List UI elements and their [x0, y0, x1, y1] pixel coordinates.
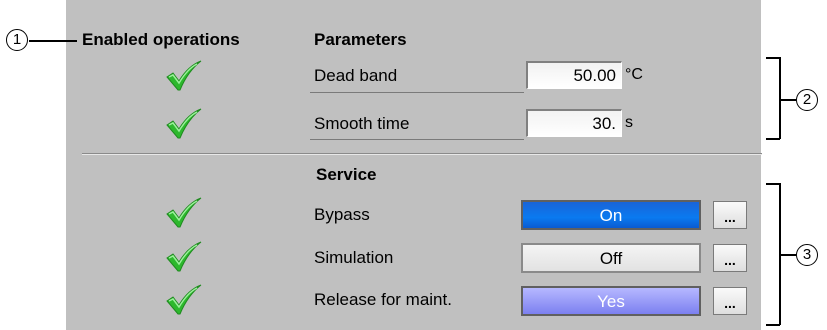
- enabled-check-icon: [166, 60, 202, 91]
- callout-2-leader: [780, 99, 796, 101]
- section-divider-highlight: [82, 154, 762, 155]
- callout-3-bracket-bottom: [766, 324, 780, 326]
- service-label-bypass: Bypass: [314, 205, 370, 224]
- simulation-state-button[interactable]: Off: [521, 243, 701, 273]
- parameter-label-dead-band: Dead band: [314, 66, 398, 85]
- callout-3-bracket-top: [766, 183, 780, 185]
- service-header: Service: [316, 165, 377, 184]
- callout-2: 2: [796, 89, 818, 111]
- enabled-check-icon: [166, 197, 202, 228]
- bypass-more-button[interactable]: ...: [713, 201, 747, 229]
- release-for-maint-state-button[interactable]: Yes: [521, 286, 701, 316]
- service-label-release-for-maint: Release for maint.: [314, 290, 452, 309]
- parameter-underline: [310, 92, 524, 93]
- callout-1-leader: [29, 40, 77, 42]
- enabled-check-icon: [166, 108, 202, 139]
- callout-2-bracket-top: [766, 57, 780, 59]
- enabled-operations-header: Enabled operations: [82, 30, 240, 49]
- release-for-maint-more-button[interactable]: ...: [713, 287, 747, 315]
- parameter-label-smooth-time: Smooth time: [314, 114, 410, 133]
- bypass-state-button[interactable]: On: [521, 200, 701, 230]
- callout-3: 3: [796, 244, 818, 266]
- simulation-more-button[interactable]: ...: [713, 244, 747, 272]
- enabled-check-icon: [166, 241, 202, 272]
- dead-band-input[interactable]: 50.00: [526, 61, 622, 89]
- parameter-underline: [310, 139, 524, 140]
- callout-2-bracket-bottom: [766, 138, 780, 140]
- service-label-simulation: Simulation: [314, 248, 394, 267]
- callout-1: 1: [6, 29, 28, 51]
- dead-band-unit: °C: [625, 66, 643, 83]
- callout-2-bracket-side: [779, 57, 781, 139]
- enabled-check-icon: [166, 284, 202, 315]
- parameters-header: Parameters: [314, 30, 407, 49]
- smooth-time-input[interactable]: 30.: [526, 109, 622, 137]
- smooth-time-unit: s: [625, 114, 633, 131]
- callout-3-leader: [780, 254, 796, 256]
